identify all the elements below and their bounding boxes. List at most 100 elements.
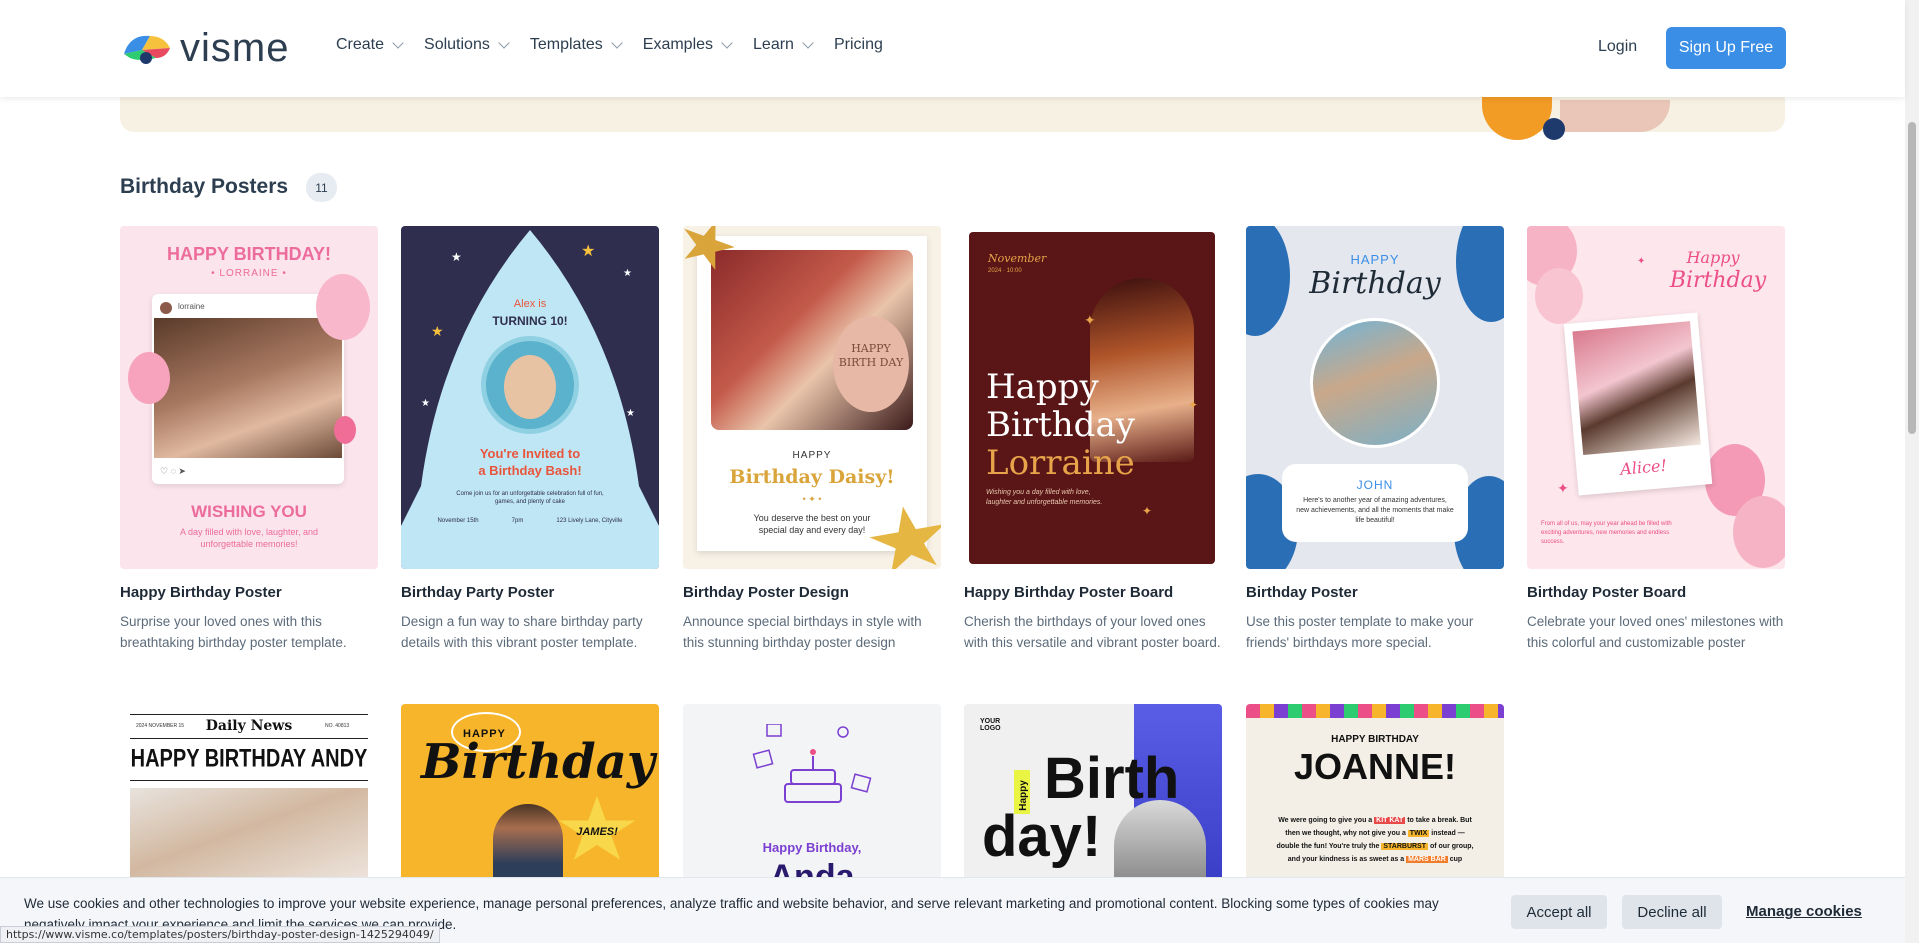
template-thumbnail[interactable]: Happy Birthday Alice! ✦ ✦ From all of us… (1527, 226, 1785, 569)
poster-sub: From all of us, may your year ahead be f… (1541, 521, 1672, 545)
svg-text:★: ★ (581, 243, 595, 260)
template-description: Announce special birthdays in style with… (683, 614, 922, 650)
login-link[interactable]: Login (1598, 38, 1637, 56)
template-card[interactable]: HAPPY BIRTHDAY JOANNE! We were going to … (1246, 704, 1504, 884)
nav-create[interactable]: Create (336, 36, 404, 54)
template-title[interactable]: Happy Birthday Poster Board (964, 584, 1222, 601)
chevron-down-icon (802, 37, 814, 49)
logo-text: visme (180, 26, 290, 70)
poster-logo: YOUR LOGO (980, 718, 1001, 732)
template-card[interactable]: HAPPY BIRTH DAY HAPPY Birthday Daisy! • … (683, 226, 941, 653)
visme-logo[interactable]: visme (120, 28, 289, 68)
visme-logo-icon (120, 28, 172, 68)
poster-photo-frame: lorraine ♡ ◌ ➤ (152, 294, 344, 484)
poster-photo-face (504, 355, 556, 419)
sparkle-icon: ✦ (1188, 398, 1199, 412)
poster-invite1: You're Invited to (479, 446, 581, 461)
template-thumbnail[interactable]: HAPPY BIRTHDAY! • LORRAINE • lorraine ♡ … (120, 226, 378, 569)
accept-all-button[interactable]: Accept all (1511, 895, 1607, 929)
poster-greeting: Happy Birthday, (762, 840, 862, 855)
signup-button[interactable]: Sign Up Free (1666, 27, 1786, 69)
poster-birthday: Birthday (1669, 268, 1767, 293)
template-card[interactable]: YOUR LOGO Happy Birth day! (964, 704, 1222, 884)
poster-highlight: STARBURST (1381, 843, 1429, 850)
template-thumbnail[interactable]: Happy Birthday, Anda (683, 704, 941, 884)
poster-sub: Wishing you a day filled with love, laug… (986, 489, 1103, 506)
scrollbar-thumb[interactable] (1908, 122, 1916, 434)
divider (130, 780, 368, 781)
site-header: visme Create Solutions Templates Example… (0, 0, 1905, 97)
banner-illustration (1560, 100, 1670, 132)
poster-info-date: November 15th (437, 518, 479, 524)
poster-birthday: Birthday (1309, 266, 1441, 301)
template-card[interactable]: Happy Birthday, Anda (683, 704, 941, 884)
svg-text:★: ★ (421, 398, 430, 409)
decline-all-button[interactable]: Decline all (1622, 895, 1722, 929)
template-thumbnail[interactable]: HAPPY BIRTHDAY JOANNE! We were going to … (1246, 704, 1504, 884)
sparkle-icon: ✦ (1557, 480, 1569, 496)
status-bar-url: https://www.visme.co/templates/posters/b… (0, 926, 440, 943)
poster-info-row: November 15th 7pm 123 Lively Lane, Cityv… (421, 518, 639, 558)
nav-templates-label: Templates (529, 36, 603, 53)
template-title[interactable]: Birthday Poster Design (683, 584, 941, 601)
template-title[interactable]: Birthday Party Poster (401, 584, 659, 601)
template-thumbnail[interactable]: ★ ★ ★ ★ ★ ★ Alex is TURNING 10! You're I… (401, 226, 659, 569)
confetti-border (1246, 704, 1504, 718)
template-card[interactable]: Happy Birthday Alice! ✦ ✦ From all of us… (1527, 226, 1785, 653)
balloon (1733, 496, 1785, 568)
poster-line2: Birthday (986, 405, 1135, 445)
poster-sub: A day filled with love, laughter, and un… (179, 527, 319, 549)
poster-edition: NO. 40813 (325, 723, 350, 729)
poster-name: JAMES! (576, 826, 618, 838)
template-card[interactable]: November 2024 · 10:00 ✦ ✦ ✦ Happy Birthd… (964, 226, 1222, 653)
template-thumbnail[interactable]: HAPPY BIRTH DAY HAPPY Birthday Daisy! • … (683, 226, 941, 569)
template-card[interactable]: HAPPY Birthday JAMES! (401, 704, 659, 884)
template-card[interactable]: HAPPY Birthday JOHN Here's to another ye… (1246, 226, 1504, 653)
template-thumbnail[interactable]: HAPPY Birthday JAMES! (401, 704, 659, 884)
template-thumbnail[interactable]: November 2024 · 10:00 ✦ ✦ ✦ Happy Birthd… (964, 226, 1222, 569)
template-description: Cherish the birthdays of your loved ones… (964, 614, 1221, 650)
poster-photo (493, 804, 563, 884)
poster-line1: Happy (986, 367, 1099, 407)
template-card[interactable]: 2024 NOVEMBER 15 Daily News NO. 40813 HA… (120, 704, 378, 884)
poster-photo (1310, 318, 1440, 448)
poster-date2: 2024 · 10:00 (988, 268, 1022, 274)
template-card[interactable]: ★ ★ ★ ★ ★ ★ Alex is TURNING 10! You're I… (401, 226, 659, 653)
nav-pricing[interactable]: Pricing (834, 36, 883, 54)
manage-cookies-link[interactable]: Manage cookies (1746, 903, 1862, 920)
nav-solutions[interactable]: Solutions (424, 36, 510, 54)
poster-footer: WISHING YOU (191, 502, 307, 521)
nav-solutions-label: Solutions (424, 36, 490, 53)
template-description: Design a fun way to share birthday party… (401, 614, 643, 650)
poster-name: JOANNE! (1293, 746, 1457, 787)
template-title[interactable]: Birthday Poster Board (1527, 584, 1785, 601)
nav-learn[interactable]: Learn (753, 36, 814, 54)
poster-info-place: 123 Lively Lane, Cityville (556, 518, 623, 524)
poster-hb: HAPPY BIRTHDAY (1331, 734, 1419, 745)
poster-text: You're truly the (1328, 843, 1380, 850)
balloon (128, 352, 170, 404)
divider (130, 714, 368, 715)
svg-text:★: ★ (451, 250, 462, 264)
nav-templates[interactable]: Templates (529, 36, 623, 54)
poster-user: lorraine (178, 302, 205, 311)
poster-date: November (988, 252, 1047, 265)
poster-stars: • ✦ • (802, 494, 822, 504)
template-thumbnail[interactable]: YOUR LOGO Happy Birth day! (964, 704, 1222, 884)
nav-examples[interactable]: Examples (643, 36, 733, 54)
template-count-badge: 11 (306, 173, 337, 202)
poster-photo (1114, 800, 1206, 884)
chevron-down-icon (498, 37, 510, 49)
poster-highlight: MARS BAR (1406, 856, 1448, 863)
template-title[interactable]: Birthday Poster (1246, 584, 1504, 601)
poster-sub: Here's to another year of amazing advent… (1296, 497, 1454, 524)
svg-text:★: ★ (623, 268, 632, 279)
svg-text:★: ★ (626, 408, 635, 419)
template-card[interactable]: HAPPY BIRTHDAY! • LORRAINE • lorraine ♡ … (120, 226, 378, 653)
poster-happy: HAPPY (792, 450, 832, 461)
poster-highlight: KIT KAT (1374, 817, 1406, 824)
template-thumbnail[interactable]: HAPPY Birthday JOHN Here's to another ye… (1246, 226, 1504, 569)
cake-icon (752, 724, 872, 803)
template-title[interactable]: Happy Birthday Poster (120, 584, 378, 601)
template-thumbnail[interactable]: 2024 NOVEMBER 15 Daily News NO. 40813 HA… (120, 704, 378, 884)
